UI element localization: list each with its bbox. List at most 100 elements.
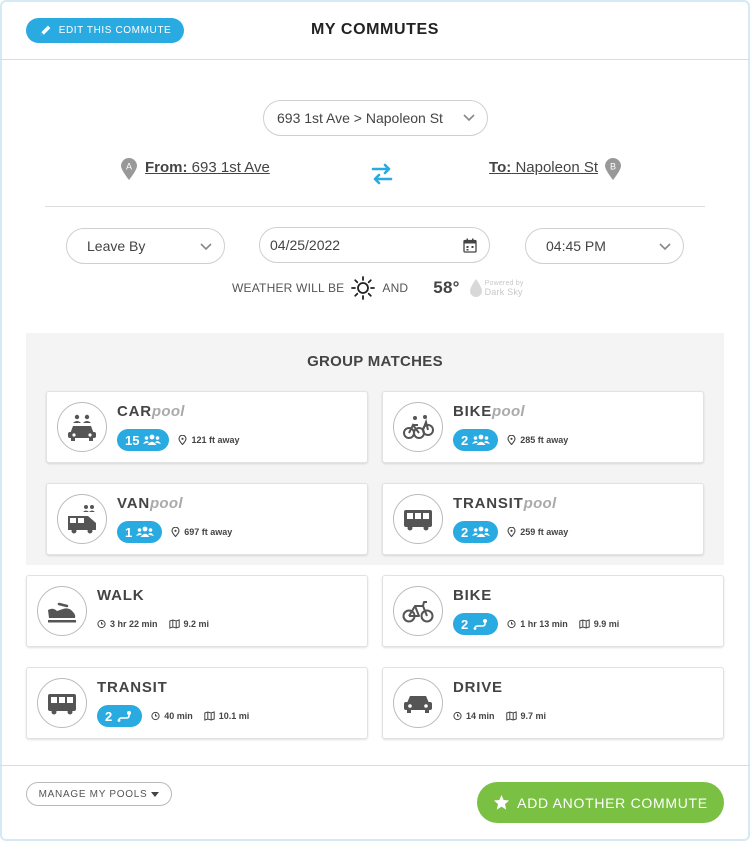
- member-count: 1: [125, 524, 133, 540]
- icon-circle: [393, 586, 443, 636]
- duration-info: 40 min: [151, 711, 193, 721]
- walk-card[interactable]: WALK 3 hr 22 min 9.2 mi: [26, 575, 368, 647]
- divider: [45, 206, 705, 207]
- manage-pools-label: MANAGE MY POOLS: [38, 788, 148, 800]
- star-icon: [494, 794, 510, 810]
- to-location[interactable]: To: Napoleon St: [489, 159, 598, 176]
- temperature: 58°: [433, 278, 460, 297]
- distance-text: 121 ft away: [191, 435, 240, 445]
- swap-direction-icon[interactable]: [368, 160, 396, 188]
- clock-icon: [97, 619, 106, 629]
- calendar-icon[interactable]: [463, 238, 477, 253]
- group-matches-title: GROUP MATCHES: [307, 353, 443, 370]
- duration-text: 14 min: [466, 711, 495, 721]
- icon-circle: [37, 586, 87, 636]
- distance-text: 10.1 mi: [218, 711, 250, 721]
- carpool-icon: [68, 414, 96, 441]
- to-label: To:: [489, 159, 512, 176]
- to-value: Napoleon St: [515, 159, 598, 176]
- sun-icon: [351, 276, 376, 300]
- distance-info: 9.9 mi: [579, 619, 620, 629]
- date-value: 04/25/2022: [270, 237, 341, 253]
- dark-sky-icon: [469, 279, 482, 297]
- location-pin-icon: [171, 527, 180, 537]
- distance-info: 9.2 mi: [168, 619, 209, 629]
- card-title: TRANSITpool: [453, 495, 556, 512]
- bus-icon: [48, 694, 76, 715]
- pin-b-letter: B: [610, 162, 616, 172]
- chevron-down-icon: [463, 114, 475, 122]
- icon-circle: [393, 494, 443, 544]
- card-meta: 14 min 9.7 mi: [453, 705, 557, 727]
- clock-icon: [151, 711, 160, 721]
- bikepool-card[interactable]: BIKEpool 2 285 ft away: [382, 391, 704, 463]
- leave-by-value: Leave By: [87, 238, 146, 254]
- duration-info: 1 hr 13 min: [507, 619, 568, 629]
- member-count: 2: [461, 524, 469, 540]
- group-icon: [472, 434, 491, 445]
- card-title-main: BIKE: [453, 403, 493, 420]
- dark-sky-logo[interactable]: Powered by Dark Sky: [469, 278, 524, 298]
- duration-info: 3 hr 22 min: [97, 619, 158, 629]
- card-title-suffix: pool: [149, 495, 183, 512]
- map-icon: [505, 711, 517, 721]
- carpool-card[interactable]: CARpool 15 121 ft away: [46, 391, 368, 463]
- duration-text: 1 hr 13 min: [520, 619, 568, 629]
- time-value: 04:45 PM: [546, 238, 606, 254]
- bike-card[interactable]: BIKE 2 1 hr 13 min 9.9 mi: [382, 575, 724, 647]
- card-title: BIKE: [453, 587, 493, 604]
- time-select[interactable]: 04:45 PM: [525, 228, 684, 264]
- distance-text: 9.7 mi: [520, 711, 547, 721]
- distance-text: 9.9 mi: [593, 619, 620, 629]
- card-title-main: CAR: [117, 403, 152, 420]
- icon-circle: [393, 402, 443, 452]
- pin-a-letter: A: [126, 162, 132, 172]
- distance-text: 259 ft away: [520, 527, 569, 537]
- member-count-badge: 2: [453, 429, 499, 451]
- transit-card[interactable]: TRANSIT 2 40 min 10.1 mi: [26, 667, 368, 739]
- card-title-suffix: pool: [523, 495, 557, 512]
- header: EDIT THIS COMMUTE MY COMMUTES: [0, 0, 750, 60]
- route-icon: [473, 619, 488, 630]
- distance-info: 10.1 mi: [204, 711, 250, 721]
- route-select[interactable]: 693 1st Ave > Napoleon St: [263, 100, 488, 136]
- location-pin-icon: [178, 435, 188, 445]
- card-meta: 2 1 hr 13 min 9.9 mi: [453, 613, 630, 635]
- location-pin-icon: [507, 435, 516, 445]
- card-meta: 2 285 ft away: [453, 429, 579, 451]
- clock-icon: [507, 619, 516, 629]
- icon-circle: [393, 678, 443, 728]
- card-meta: 1 697 ft away: [117, 521, 243, 543]
- leave-by-select[interactable]: Leave By: [66, 228, 225, 264]
- from-location[interactable]: From: 693 1st Ave: [145, 159, 270, 176]
- distance-info: 697 ft away: [171, 527, 232, 537]
- from-value: 693 1st Ave: [191, 159, 270, 176]
- weather-prefix: WEATHER WILL BE: [232, 281, 345, 295]
- add-commute-label: ADD ANOTHER COMMUTE: [517, 794, 708, 811]
- route-icon: [117, 711, 132, 722]
- footer-divider: [0, 765, 750, 766]
- drive-card[interactable]: DRIVE 14 min 9.7 mi: [382, 667, 724, 739]
- distance-text: 285 ft away: [520, 435, 569, 445]
- map-icon: [204, 711, 215, 721]
- member-count: 15: [125, 432, 140, 448]
- manage-pools-button[interactable]: MANAGE MY POOLS: [26, 782, 172, 806]
- distance-info: 9.7 mi: [505, 711, 547, 721]
- car-icon: [404, 696, 432, 713]
- transitpool-card[interactable]: TRANSITpool 2 259 ft away: [382, 483, 704, 555]
- route-select-value: 693 1st Ave > Napoleon St: [277, 110, 443, 126]
- distance-text: 697 ft away: [184, 527, 233, 537]
- card-title: WALK: [97, 587, 145, 604]
- weather-joiner: AND: [382, 281, 409, 295]
- add-commute-button[interactable]: ADD ANOTHER COMMUTE: [477, 782, 724, 823]
- page-title: MY COMMUTES: [310, 21, 440, 38]
- date-input[interactable]: 04/25/2022: [259, 227, 490, 263]
- card-title: BIKEpool: [453, 403, 525, 420]
- vanpool-card[interactable]: VANpool 1 697 ft away: [46, 483, 368, 555]
- card-meta: 2 40 min 10.1 mi: [97, 705, 260, 727]
- member-count: 2: [461, 432, 469, 448]
- map-icon: [579, 619, 590, 629]
- card-title: VANpool: [117, 495, 183, 512]
- card-title-suffix: pool: [151, 403, 185, 420]
- route-count-badge: 2: [453, 613, 499, 635]
